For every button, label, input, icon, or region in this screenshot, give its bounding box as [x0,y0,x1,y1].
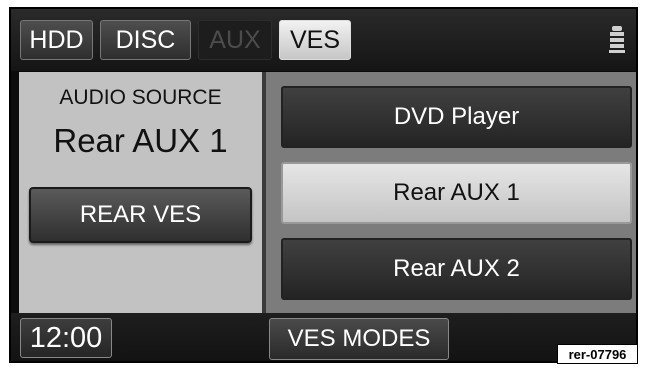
ves-modes-button[interactable]: VES MODES [269,318,449,360]
rear-ves-button[interactable]: REAR VES [29,187,252,243]
tab-ves[interactable]: VES [279,20,351,60]
audio-source-value: Rear AUX 1 [53,122,228,159]
tab-hdd[interactable]: HDD [20,20,93,60]
audio-source-panel: AUDIO SOURCE Rear AUX 1 REAR VES [19,72,262,313]
source-tab-bar: HDD DISC AUX VES [11,9,636,71]
rear-seat-icon [609,26,625,53]
tab-disc[interactable]: DISC [100,20,191,60]
bottom-bar: 12:00 VES MODES [11,313,636,361]
figure-reference-code: rer-07796 [557,344,638,364]
option-rear-aux-1[interactable]: Rear AUX 1 [281,162,632,224]
clock-display[interactable]: 12:00 [20,318,112,358]
ves-screen: HDD DISC AUX VES AUDIO SOURCE Rear AUX 1… [9,7,638,363]
option-dvd-player[interactable]: DVD Player [281,86,632,148]
tab-aux: AUX [198,20,272,60]
source-option-list: DVD Player Rear AUX 1 Rear AUX 2 [266,72,636,313]
option-rear-aux-2[interactable]: Rear AUX 2 [281,238,632,300]
audio-source-label: AUDIO SOURCE [59,86,222,109]
